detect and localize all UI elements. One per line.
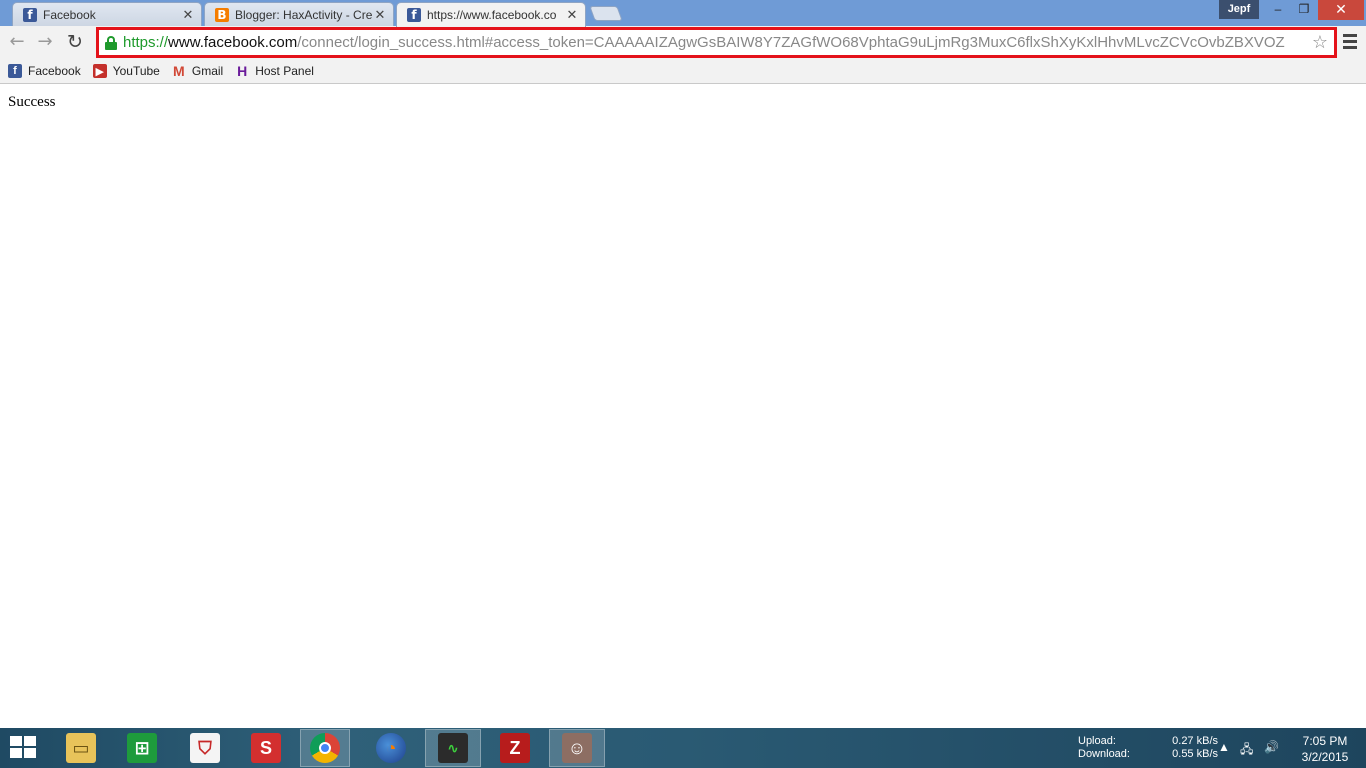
windows-start-icon[interactable] <box>10 736 38 760</box>
tab-title: Facebook <box>43 7 96 22</box>
bookmark-label: YouTube <box>112 64 160 78</box>
close-window-button[interactable]: ✕ <box>1318 0 1364 20</box>
download-label: Download: <box>1078 748 1130 760</box>
new-tab-button[interactable] <box>589 6 623 21</box>
host-panel-icon: H <box>237 63 248 79</box>
blogger-icon: B <box>215 7 229 22</box>
close-icon[interactable]: ✕ <box>181 7 195 23</box>
filezilla-icon[interactable]: Z <box>487 729 543 767</box>
address-bar[interactable]: https://www.facebook.com/connect/login_s… <box>96 27 1337 58</box>
reload-button[interactable]: ↻ <box>63 31 87 55</box>
success-message: Success <box>8 94 56 110</box>
bookmark-label: Gmail <box>191 64 224 78</box>
close-icon[interactable]: ✕ <box>373 7 387 23</box>
url-scheme: https:// <box>123 34 169 51</box>
bookmarks-bar: f Facebook ▶ YouTube M Gmail H Host Pane… <box>0 59 1366 84</box>
forward-button[interactable]: → <box>33 31 57 55</box>
minimize-button[interactable]: ‒ <box>1265 0 1291 20</box>
file-explorer-icon[interactable]: ▭ <box>53 729 109 767</box>
profile-button[interactable]: Jepf <box>1219 0 1259 19</box>
show-hidden-icons-icon[interactable]: ▲ <box>1218 740 1230 754</box>
tab-title: https://www.facebook.co <box>427 8 557 22</box>
upload-value: 0.27 kB/s <box>1172 735 1218 747</box>
back-button[interactable]: ← <box>5 31 29 55</box>
url-text[interactable]: https://www.facebook.com/connect/login_s… <box>123 34 1310 51</box>
tab-blogger[interactable]: B Blogger: HaxActivity - Cre ✕ <box>204 2 394 26</box>
firefox-icon[interactable]: ◔ <box>363 729 419 767</box>
star-icon[interactable]: ☆ <box>1310 32 1330 53</box>
url-host: www.facebook.com <box>168 34 298 51</box>
menu-icon[interactable] <box>1343 34 1357 52</box>
clock-time: 7:05 PM <box>1302 734 1348 748</box>
bookmark-label: Facebook <box>28 64 81 78</box>
tab-title: Blogger: HaxActivity - Cre <box>235 7 373 22</box>
clock[interactable]: 7:05 PM 3/2/2015 <box>1290 733 1360 765</box>
store-icon[interactable]: ⊞ <box>114 729 170 767</box>
popcorn-icon[interactable]: ⛉ <box>177 729 233 767</box>
bookmark-label: Host Panel <box>255 64 314 78</box>
upload-label: Upload: <box>1078 735 1116 747</box>
facebook-icon: f <box>8 64 22 78</box>
s-app-icon[interactable]: S <box>238 729 294 767</box>
facebook-icon: f <box>407 8 421 22</box>
lock-icon <box>105 35 117 50</box>
youtube-icon: ▶ <box>92 64 107 78</box>
url-path: /connect/login_success.html#access_token… <box>297 34 1285 51</box>
network-stats: Upload: 0.27 kB/s Download: 0.55 kB/s <box>1078 735 1218 761</box>
tab-strip: f Facebook ✕ B Blogger: HaxActivity - Cr… <box>0 0 1366 27</box>
close-icon[interactable]: ✕ <box>565 7 579 23</box>
gmail-icon: M <box>173 63 185 79</box>
bookmark-facebook[interactable]: f Facebook <box>8 64 81 78</box>
network-icon[interactable]: 🖧 <box>1240 740 1253 761</box>
tab-facebook-login[interactable]: f https://www.facebook.co ✕ <box>396 2 586 27</box>
chrome-icon[interactable] <box>300 729 350 767</box>
facebook-icon: f <box>23 7 37 22</box>
toolbar: ← → ↻ https://www.facebook.com/connect/l… <box>0 26 1366 59</box>
restore-button[interactable]: ❐ <box>1291 0 1317 20</box>
download-value: 0.55 kB/s <box>1172 748 1218 760</box>
clock-date: 3/2/2015 <box>1301 750 1349 764</box>
page-content: Success <box>0 85 1366 728</box>
tab-facebook[interactable]: f Facebook ✕ <box>12 2 202 26</box>
volume-icon[interactable]: 🔊 <box>1264 740 1279 754</box>
bookmark-gmail[interactable]: M Gmail <box>172 63 224 79</box>
bookmark-youtube[interactable]: ▶ YouTube <box>92 64 160 78</box>
game-icon[interactable]: ☺ <box>549 729 605 767</box>
bookmark-host-panel[interactable]: H Host Panel <box>235 63 314 79</box>
monitor-icon[interactable]: ∿ <box>425 729 481 767</box>
